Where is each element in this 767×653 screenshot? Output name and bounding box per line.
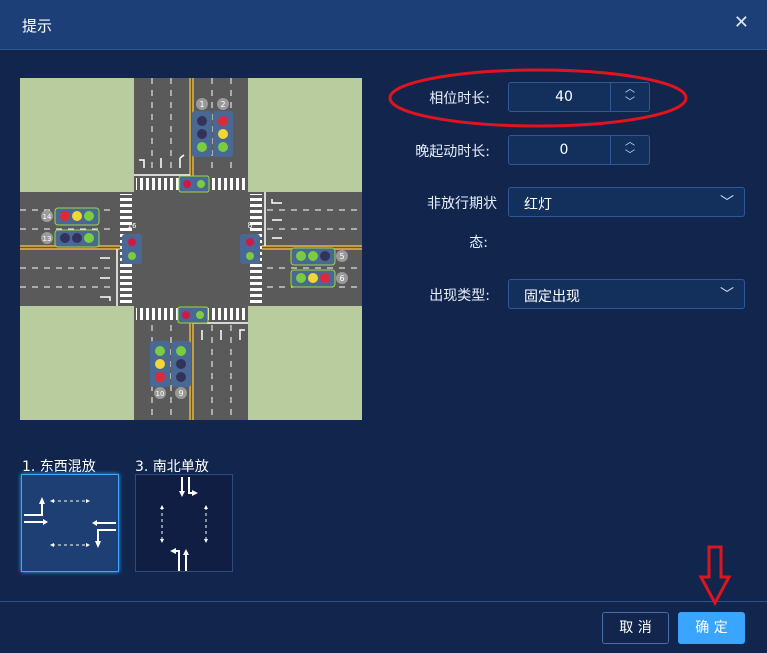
chevron-down-icon: ﹀: [720, 195, 734, 211]
north-south-single-icon: [160, 477, 208, 571]
intersection-map: 1 2 10 9 14 13 16 5 6 8: [20, 78, 362, 420]
red-arrow-down-icon: [698, 545, 732, 607]
footer-divider: [0, 601, 767, 602]
svg-text:1: 1: [199, 100, 204, 109]
appear-type-select[interactable]: 固定出现 ﹀: [508, 279, 745, 309]
phase-label-east-west: 1. 东西混放: [22, 459, 96, 475]
appear-type-value: 固定出现: [524, 289, 580, 305]
east-west-mixed-icon: [24, 497, 116, 548]
non-release-state-label: 非放行期状: [427, 196, 497, 212]
decrement-icon[interactable]: ﹀: [611, 96, 649, 110]
svg-text:13: 13: [43, 235, 52, 243]
close-icon[interactable]: ✕: [734, 12, 749, 33]
dialog-titlebar: 提示 ✕: [0, 0, 767, 50]
decrement-icon[interactable]: ﹀: [611, 149, 649, 163]
increment-icon[interactable]: ︿: [611, 83, 649, 97]
phase-duration-label: 相位时长:: [429, 91, 490, 107]
late-start-stepper[interactable]: 0 ︿ ﹀: [508, 135, 650, 165]
chevron-down-icon: ﹀: [720, 287, 734, 303]
svg-text:5: 5: [339, 252, 344, 261]
non-release-state-label-cont: 态:: [469, 235, 488, 251]
phase-duration-value[interactable]: 40: [509, 89, 619, 105]
late-start-label: 晚起动时长:: [415, 144, 490, 160]
svg-text:9: 9: [178, 389, 183, 398]
non-release-state-select[interactable]: 红灯 ﹀: [508, 187, 745, 217]
dialog-title: 提示: [22, 17, 53, 35]
appear-type-label: 出现类型:: [429, 288, 490, 304]
phase-duration-stepper[interactable]: 40 ︿ ﹀: [508, 82, 650, 112]
svg-text:14: 14: [43, 213, 52, 221]
svg-text:10: 10: [156, 390, 165, 398]
late-start-value[interactable]: 0: [509, 142, 619, 158]
intersection-diagram: 1 2 10 9 14 13 16 5 6 8: [20, 78, 362, 420]
confirm-button[interactable]: 确 定: [678, 612, 745, 644]
non-release-state-value: 红灯: [524, 197, 552, 213]
cancel-button[interactable]: 取 消: [602, 612, 669, 644]
phase-label-north-south: 3. 南北单放: [135, 459, 209, 475]
phase-card-north-south[interactable]: [135, 474, 233, 572]
svg-text:6: 6: [339, 274, 344, 283]
increment-icon[interactable]: ︿: [611, 136, 649, 150]
svg-text:2: 2: [220, 100, 225, 109]
phase-card-east-west[interactable]: [21, 474, 119, 572]
svg-text:16: 16: [128, 222, 137, 230]
svg-text:8: 8: [247, 221, 252, 230]
